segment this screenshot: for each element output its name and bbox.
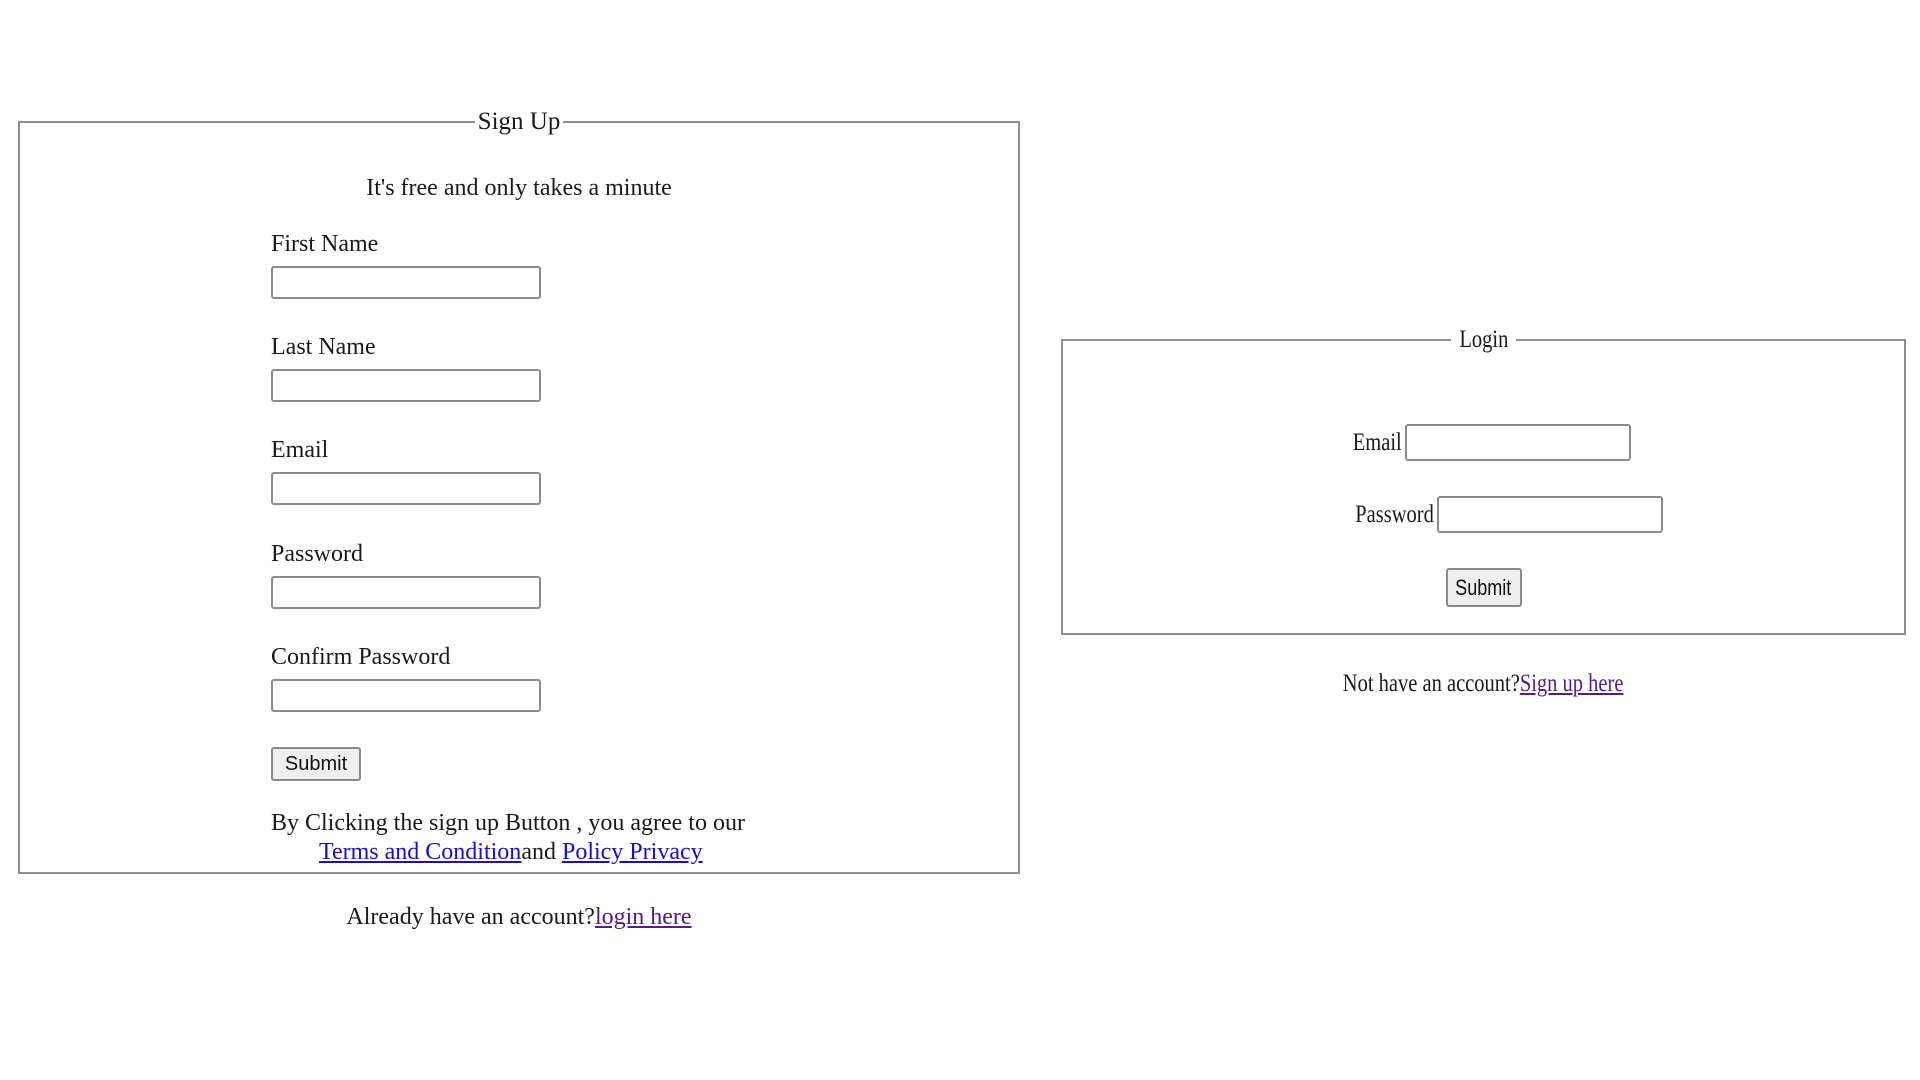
login-submit-label: Submit: [1455, 574, 1512, 600]
login-form: Login Email Password Submit: [1061, 326, 1906, 635]
signup-email-input[interactable]: [271, 472, 541, 505]
sign-up-here-link[interactable]: Sign up here: [1520, 670, 1624, 697]
login-footer-inner: Not have an account?Sign up here: [1343, 669, 1624, 699]
page: Sign Up It's free and only takes a minut…: [0, 0, 1920, 1080]
terms-notice: By Clicking the sign up Button , you agr…: [271, 809, 791, 867]
last-name-input[interactable]: [271, 369, 541, 402]
email-group: Email: [271, 436, 541, 505]
login-password-label: Password: [1355, 500, 1434, 528]
signup-email-label: Email: [271, 437, 329, 463]
terms-text: By Clicking the sign up Button , you agr…: [271, 810, 745, 836]
signup-password-label: Password: [271, 541, 364, 567]
terms-links-line: Terms and Conditionand Policy Privacy: [271, 838, 791, 867]
signup-footer: Already have an account?login here: [18, 903, 1020, 931]
first-name-group: First Name: [271, 230, 541, 299]
last-name-group: Last Name: [271, 333, 541, 402]
terms-link[interactable]: Terms and Condition: [319, 839, 521, 865]
signup-legend: Sign Up: [477, 108, 561, 135]
confirm-password-label: Confirm Password: [271, 644, 451, 670]
terms-and-text: and: [521, 839, 556, 865]
login-footer: Not have an account?Sign up here: [1061, 669, 1906, 699]
confirm-password-group: Confirm Password: [271, 643, 541, 712]
login-password-row: Password: [1063, 496, 1904, 533]
login-legend: Login: [1459, 326, 1508, 353]
signup-subtitle: It's free and only takes a minute: [366, 175, 672, 201]
signup-form: Sign Up It's free and only takes a minut…: [18, 108, 1020, 874]
last-name-label: Last Name: [271, 334, 376, 360]
privacy-link[interactable]: Policy Privacy: [562, 839, 703, 865]
login-here-link[interactable]: login here: [595, 904, 692, 930]
signup-submit-button[interactable]: Submit: [271, 747, 361, 781]
login-email-input[interactable]: [1404, 424, 1631, 461]
login-footer-text: Not have an account?: [1343, 670, 1521, 697]
login-email-row: Email: [1063, 424, 1904, 461]
login-submit-button[interactable]: Submit: [1445, 568, 1522, 607]
signup-footer-text: Already have an account?: [346, 904, 595, 930]
login-submit-row: Submit: [1063, 568, 1904, 607]
login-email-label: Email: [1352, 428, 1402, 456]
confirm-password-input[interactable]: [271, 679, 541, 712]
login-password-input[interactable]: [1436, 496, 1663, 533]
first-name-label: First Name: [271, 231, 379, 257]
signup-password-input[interactable]: [271, 576, 541, 609]
first-name-input[interactable]: [271, 266, 541, 299]
password-group: Password: [271, 540, 541, 609]
